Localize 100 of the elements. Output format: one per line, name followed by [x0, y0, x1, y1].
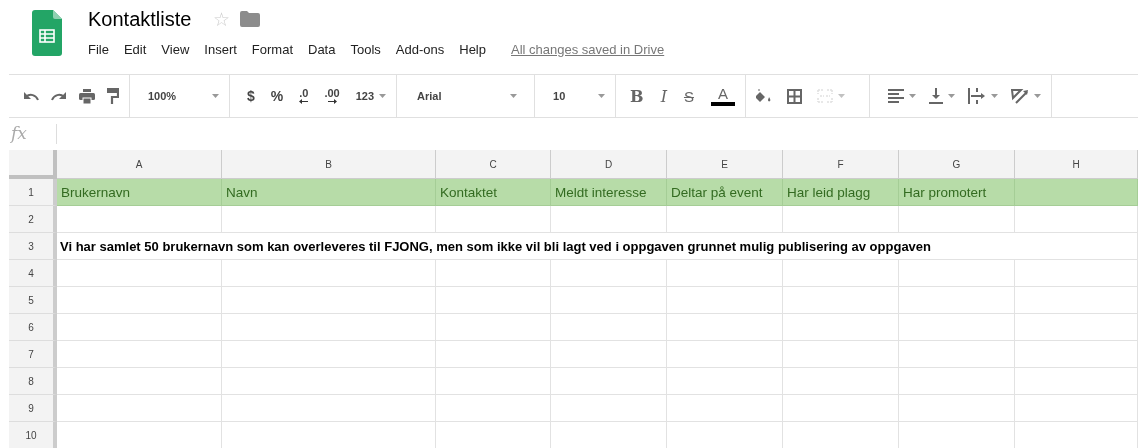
increase-decimal-button[interactable]: .00	[324, 88, 340, 104]
table-cell[interactable]	[1015, 206, 1138, 233]
table-cell[interactable]	[57, 287, 222, 314]
table-cell[interactable]	[57, 260, 222, 287]
table-cell[interactable]	[899, 314, 1015, 341]
table-cell[interactable]	[222, 341, 436, 368]
table-cell[interactable]	[1015, 287, 1138, 314]
row-header[interactable]: 1	[9, 179, 57, 206]
table-cell[interactable]	[667, 341, 783, 368]
redo-icon[interactable]	[51, 91, 67, 101]
table-cell[interactable]	[222, 368, 436, 395]
table-cell[interactable]	[783, 206, 899, 233]
italic-button[interactable]: I	[660, 86, 667, 106]
table-cell[interactable]	[436, 395, 551, 422]
menu-item[interactable]: View	[161, 41, 190, 57]
table-cell[interactable]	[783, 314, 899, 341]
menu-item[interactable]: Help	[459, 41, 486, 57]
table-cell[interactable]	[436, 287, 551, 314]
caret-icon[interactable]	[990, 94, 998, 98]
currency-format-button[interactable]: $	[247, 88, 255, 104]
table-cell[interactable]	[1015, 341, 1138, 368]
table-cell[interactable]	[667, 287, 783, 314]
table-cell[interactable]	[436, 260, 551, 287]
row-header[interactable]: 10	[9, 422, 57, 448]
table-cell[interactable]	[783, 260, 899, 287]
text-wrap-icon[interactable]	[967, 88, 986, 104]
menu-item[interactable]: Insert	[204, 41, 237, 57]
document-title[interactable]: Kontaktliste	[88, 7, 192, 31]
table-cell[interactable]	[436, 206, 551, 233]
table-cell[interactable]: Har promotert	[899, 179, 1015, 206]
caret-icon[interactable]	[837, 94, 845, 98]
strikethrough-button[interactable]: S	[683, 87, 694, 105]
table-cell[interactable]	[551, 260, 667, 287]
caret-icon[interactable]	[379, 94, 387, 98]
table-cell[interactable]	[1015, 260, 1138, 287]
paint-bucket-icon[interactable]	[755, 89, 772, 103]
table-cell[interactable]	[1015, 368, 1138, 395]
align-bottom-icon[interactable]	[928, 88, 943, 104]
row-header[interactable]: 5	[9, 287, 57, 314]
table-cell[interactable]	[899, 206, 1015, 233]
table-cell[interactable]	[899, 395, 1015, 422]
font-dropdown[interactable]: Arial	[417, 90, 518, 102]
table-cell[interactable]	[222, 206, 436, 233]
paint-roller-icon[interactable]	[107, 88, 119, 104]
row-header[interactable]: 9	[9, 395, 57, 422]
table-cell[interactable]	[899, 368, 1015, 395]
menu-item[interactable]: Add-ons	[395, 41, 445, 57]
bold-button[interactable]: B	[630, 86, 644, 106]
menu-item[interactable]: Format	[251, 41, 293, 57]
table-cell[interactable]	[667, 368, 783, 395]
menu-item[interactable]: Tools	[350, 41, 381, 57]
table-cell[interactable]	[899, 287, 1015, 314]
caret-icon[interactable]	[212, 94, 219, 98]
table-cell[interactable]	[57, 368, 222, 395]
row-header[interactable]: 8	[9, 368, 57, 395]
table-cell[interactable]: Vi har samlet 50 brukernavn som kan overleveres til FJONG, men som ikke vil bli lagt ved i oppgaven grunnet mulig publisering av oppgaven	[57, 233, 1138, 260]
table-cell[interactable]	[57, 206, 222, 233]
table-cell[interactable]: Har leid plagg	[783, 179, 899, 206]
table-cell[interactable]	[783, 368, 899, 395]
table-cell[interactable]	[222, 260, 436, 287]
table-cell[interactable]	[57, 341, 222, 368]
menu-item[interactable]: File	[88, 41, 109, 57]
spreadsheet-logo-icon[interactable]	[32, 10, 62, 56]
menu-item[interactable]: Data	[308, 41, 336, 57]
caret-icon[interactable]	[598, 94, 606, 98]
table-cell[interactable]	[1015, 179, 1138, 206]
table-cell[interactable]	[436, 341, 551, 368]
row-header[interactable]: 6	[9, 314, 57, 341]
table-cell[interactable]	[783, 395, 899, 422]
percent-format-button[interactable]: %	[270, 88, 284, 104]
zoom-dropdown[interactable]: 100%	[148, 90, 219, 102]
table-cell[interactable]: Brukernavn	[57, 179, 222, 206]
row-header[interactable]: 4	[9, 260, 57, 287]
table-cell[interactable]	[57, 395, 222, 422]
undo-icon[interactable]	[23, 91, 39, 101]
table-cell[interactable]	[551, 341, 667, 368]
caret-icon[interactable]	[947, 94, 955, 98]
table-cell[interactable]	[667, 260, 783, 287]
text-rotate-icon[interactable]	[1010, 88, 1029, 104]
borders-icon[interactable]	[786, 88, 802, 104]
table-cell[interactable]	[436, 314, 551, 341]
caret-icon[interactable]	[510, 94, 518, 98]
table-cell[interactable]: Navn	[222, 179, 436, 206]
save-status-link[interactable]: All changes saved in Drive	[511, 41, 665, 57]
table-cell[interactable]	[1015, 395, 1138, 422]
decrease-decimal-button[interactable]: .0	[299, 88, 309, 104]
row-header[interactable]: 3	[9, 233, 57, 260]
table-cell[interactable]	[551, 395, 667, 422]
table-cell[interactable]	[551, 206, 667, 233]
table-cell[interactable]	[899, 341, 1015, 368]
table-cell[interactable]	[222, 314, 436, 341]
font-size-dropdown[interactable]: 10	[553, 90, 606, 102]
table-cell[interactable]: Deltar på event	[667, 179, 783, 206]
align-left-icon[interactable]	[887, 89, 904, 103]
folder-icon[interactable]	[240, 11, 261, 27]
table-cell[interactable]: Kontaktet	[436, 179, 551, 206]
row-header[interactable]: 7	[9, 341, 57, 368]
text-color-button[interactable]: A	[710, 86, 735, 106]
table-cell[interactable]	[57, 314, 222, 341]
caret-icon[interactable]	[1033, 94, 1041, 98]
